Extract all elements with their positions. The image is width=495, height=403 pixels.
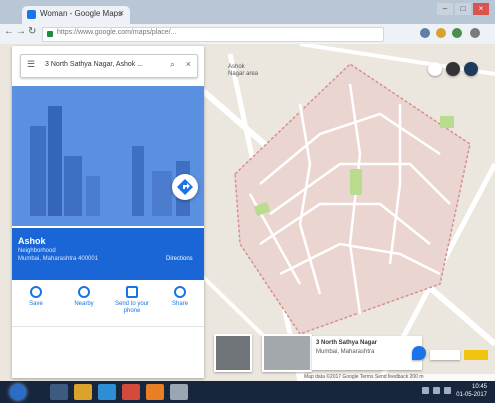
menu-dots-icon[interactable] [470,28,480,38]
taskbar-app-ie[interactable] [98,384,116,400]
taskbar-app-firefox[interactable] [146,384,164,400]
bookmark-icon [30,286,42,298]
place-type: Neighborhood [18,248,56,254]
account-avatar[interactable] [464,62,478,76]
taskbar-app-chrome[interactable] [122,384,140,400]
profile-icon[interactable] [452,28,462,38]
network-icon[interactable] [422,387,429,394]
browser-toolbar: ← → ↻ https://www.google.com/maps/place/… [0,24,495,45]
send-to-phone-label: Send to your phone [114,301,150,314]
info-card-title: 3 North Sathya Nagar [316,340,378,346]
nearby-label: Nearby [74,301,94,307]
clock-date: 01-05-2017 [456,392,487,398]
address-bar[interactable]: https://www.google.com/maps/place/... [42,27,384,42]
bookmark-star-icon[interactable] [436,28,446,38]
phone-icon [126,286,138,298]
system-tray [422,387,451,394]
nearby-button[interactable]: Nearby [64,286,104,324]
taskbar-app-generic[interactable] [170,384,188,400]
extension-icon[interactable] [420,28,430,38]
window-controls: – □ × [437,3,489,15]
os-taskbar: 10:45 01-05-2017 [0,381,495,403]
share-label: Share [171,301,188,307]
place-name: Ashok [18,236,46,246]
place-address: Mumbai, Maharashtra 400001 [18,256,99,262]
forward-button[interactable]: → [16,26,26,37]
scale-control [464,350,488,360]
satellite-thumbnail[interactable] [214,334,252,372]
reload-button[interactable]: ↻ [28,26,36,37]
skyline-illustration [12,86,204,226]
clock[interactable]: 10:45 01-05-2017 [456,383,487,399]
send-to-phone-button[interactable]: Send to your phone [112,286,152,324]
screen: Woman - Google Maps × – □ × ← → ↻ https:… [0,0,495,403]
search-box[interactable]: ☰ 3 North Sathya Nagar, Ashok ... ⌕ × [20,54,198,78]
apps-grid-icon[interactable] [446,62,460,76]
share-icon [174,286,186,298]
action-row: Save Nearby Send to your phone Share [12,280,204,324]
park-area [350,169,362,195]
info-card-subtitle: Mumbai, Maharashtra [316,349,375,355]
location-info-card[interactable]: 3 North Sathya Nagar Mumbai, Maharashtra [312,336,422,370]
panel-divider [12,326,204,327]
map-layers-button[interactable] [428,62,442,76]
tab-close-icon[interactable]: × [119,8,124,18]
save-label: Save [29,301,43,307]
url-text: https://www.google.com/maps/place/... [57,29,177,36]
search-input[interactable]: 3 North Sathya Nagar, Ashok ... [45,61,143,68]
street-view-thumbnail[interactable] [262,334,312,372]
nearby-icon [78,286,90,298]
save-button[interactable]: Save [16,286,56,324]
battery-icon[interactable] [444,387,451,394]
map-footer: Map data ©2017 Google Terms Send feedbac… [300,374,495,381]
clear-icon[interactable]: × [186,59,191,69]
directions-icon [177,179,193,195]
back-button[interactable]: ← [4,26,14,37]
browser-tab[interactable]: Woman - Google Maps × [22,6,130,24]
browser-tabbar: Woman - Google Maps × – □ × [0,0,495,24]
zoom-control[interactable] [430,350,460,360]
directions-label: Directions [166,256,193,262]
map-area-label: Ashok Nagar area [228,64,259,77]
clock-time: 10:45 [471,384,487,390]
taskbar-app-folder[interactable] [74,384,92,400]
search-icon[interactable]: ⌕ [170,59,175,70]
volume-icon[interactable] [433,387,440,394]
minimize-button[interactable]: – [437,3,453,15]
close-window-button[interactable]: × [473,3,489,15]
map-footer-text: Map data ©2017 Google Terms Send feedbac… [304,374,424,380]
share-button[interactable]: Share [160,286,200,324]
start-button[interactable] [10,384,26,400]
taskbar-app-explorer[interactable] [50,384,68,400]
directions-button[interactable] [172,174,198,200]
place-hero-image [12,86,204,226]
place-header: Ashok Neighborhood Mumbai, Maharashtra 4… [12,228,204,280]
maps-favicon-icon [27,10,36,19]
maximize-button[interactable]: □ [455,3,471,15]
tab-title: Woman - Google Maps [40,9,123,18]
pegman-icon[interactable] [412,346,426,360]
lock-icon [47,31,53,37]
place-panel: ☰ 3 North Sathya Nagar, Ashok ... ⌕ × As… [12,46,204,378]
menu-icon[interactable]: ☰ [27,59,35,70]
